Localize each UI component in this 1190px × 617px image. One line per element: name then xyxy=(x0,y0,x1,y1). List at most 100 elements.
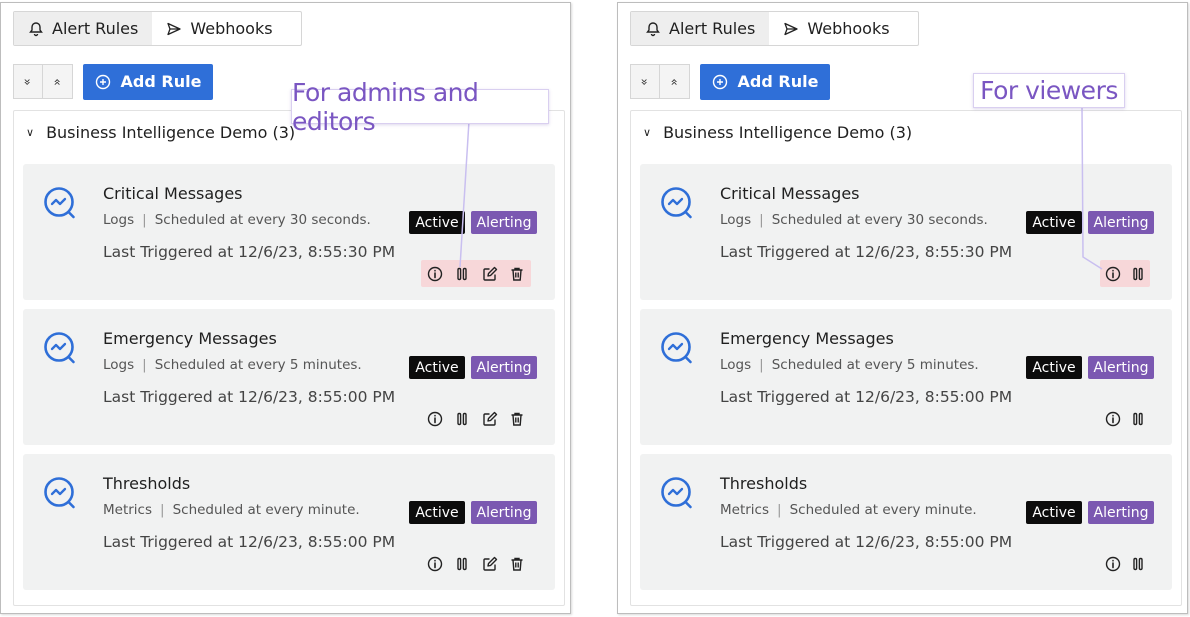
tab-alert-rules[interactable]: Alert Rules xyxy=(631,12,770,45)
panel-viewers-view: Alert Rules Webhooks » « Add Rule ∨ Busi… xyxy=(617,2,1188,614)
tab-label: Webhooks xyxy=(190,19,273,38)
info-icon[interactable] xyxy=(1105,556,1121,572)
alert-card[interactable]: Emergency Messages Logs | Scheduled at eve… xyxy=(23,309,555,445)
pause-icon[interactable] xyxy=(454,556,470,572)
chevrons-up-icon: « xyxy=(667,77,682,86)
alert-schedule: Scheduled at every minute. xyxy=(172,502,360,518)
add-rule-button[interactable]: Add Rule xyxy=(83,63,213,100)
chevrons-down-icon: » xyxy=(21,77,35,86)
pause-icon[interactable] xyxy=(1130,411,1146,427)
alert-card[interactable]: Thresholds Metrics | Scheduled at every mi… xyxy=(23,454,555,590)
collapse-all-button[interactable]: « xyxy=(660,64,690,99)
toolbar: » « Add Rule xyxy=(630,63,830,100)
status-badge: Active xyxy=(1026,501,1082,524)
alert-card[interactable]: Emergency Messages Logs | Scheduled at eve… xyxy=(640,309,1172,445)
send-icon xyxy=(784,22,798,35)
last-triggered: Last Triggered at 12/6/23, 8:55:00 PM xyxy=(720,533,1013,551)
alert-schedule: Scheduled at every minute. xyxy=(789,502,977,518)
toolbar: » « Add Rule xyxy=(13,63,213,100)
action-bar xyxy=(1100,550,1150,577)
state-badge: Alerting xyxy=(1088,501,1154,524)
action-bar xyxy=(1100,405,1150,432)
info-icon[interactable] xyxy=(427,411,443,427)
status-badge: Active xyxy=(1026,211,1082,234)
state-badge: Alerting xyxy=(1088,356,1154,379)
chevrons-down-icon: » xyxy=(638,77,652,86)
alert-meta: Logs | Scheduled at every 30 seconds. xyxy=(103,212,371,228)
edit-icon[interactable] xyxy=(482,556,498,572)
state-badge: Alerting xyxy=(471,211,537,234)
alert-source: Logs xyxy=(103,357,135,373)
bell-icon xyxy=(29,21,43,36)
tab-alert-rules[interactable]: Alert Rules xyxy=(14,12,153,45)
group-title: Business Intelligence Demo (3) xyxy=(46,123,296,142)
add-rule-button[interactable]: Add Rule xyxy=(700,63,830,100)
last-triggered: Last Triggered at 12/6/23, 8:55:00 PM xyxy=(720,388,1013,406)
alert-schedule: Scheduled at every 5 minutes. xyxy=(154,357,362,373)
action-bar xyxy=(421,405,531,432)
alert-source: Logs xyxy=(720,212,752,228)
chevron-down-icon: ∨ xyxy=(643,126,652,139)
alert-title: Emergency Messages xyxy=(103,329,277,348)
alert-meta: Logs | Scheduled at every 5 minutes. xyxy=(103,357,362,373)
divider: | xyxy=(160,502,165,518)
expand-all-button[interactable]: » xyxy=(630,64,660,99)
add-rule-label: Add Rule xyxy=(120,72,202,91)
alert-title: Thresholds xyxy=(103,474,191,493)
alert-source: Metrics xyxy=(720,502,770,518)
add-rule-label: Add Rule xyxy=(737,72,819,91)
callout-leader-line xyxy=(459,121,470,268)
send-icon xyxy=(167,22,181,35)
chevron-down-icon: ∨ xyxy=(26,126,35,139)
alert-schedule: Scheduled at every 30 seconds. xyxy=(154,212,371,228)
divider: | xyxy=(759,357,764,373)
alert-title: Critical Messages xyxy=(103,184,243,203)
last-triggered: Last Triggered at 12/6/23, 8:55:30 PM xyxy=(720,243,1013,261)
action-bar xyxy=(421,550,531,577)
pause-icon[interactable] xyxy=(1130,266,1146,282)
tab-bar: Alert Rules Webhooks xyxy=(630,11,919,46)
alert-title: Thresholds xyxy=(720,474,808,493)
last-triggered: Last Triggered at 12/6/23, 8:55:00 PM xyxy=(103,388,396,406)
alert-logo-icon xyxy=(661,187,692,219)
last-triggered: Last Triggered at 12/6/23, 8:55:00 PM xyxy=(103,533,396,551)
alert-card[interactable]: Thresholds Metrics | Scheduled at every mi… xyxy=(640,454,1172,590)
trash-icon[interactable] xyxy=(509,556,525,572)
tab-label: Alert Rules xyxy=(669,19,756,38)
status-badge: Active xyxy=(409,501,465,524)
alert-meta: Logs | Scheduled at every 5 minutes. xyxy=(720,357,979,373)
alert-title: Emergency Messages xyxy=(720,329,894,348)
trash-icon[interactable] xyxy=(509,266,525,282)
alert-logo-icon xyxy=(661,332,692,364)
expand-all-button[interactable]: » xyxy=(13,64,43,99)
group-header[interactable]: ∨ Business Intelligence Demo (3) xyxy=(26,123,295,142)
info-icon[interactable] xyxy=(1105,411,1121,427)
edit-icon[interactable] xyxy=(482,411,498,427)
info-icon[interactable] xyxy=(427,556,443,572)
alert-logo-icon xyxy=(44,477,75,509)
pause-icon[interactable] xyxy=(454,411,470,427)
alert-logo-icon xyxy=(44,332,75,364)
alert-source: Metrics xyxy=(103,502,153,518)
alert-source: Logs xyxy=(103,212,135,228)
divider: | xyxy=(142,357,147,373)
status-badge: Active xyxy=(409,356,465,379)
plus-circle-icon xyxy=(712,74,727,89)
tab-label: Alert Rules xyxy=(52,19,139,38)
alert-meta: Metrics | Scheduled at every minute. xyxy=(720,502,977,518)
tab-webhooks[interactable]: Webhooks xyxy=(769,12,903,45)
tab-webhooks[interactable]: Webhooks xyxy=(152,12,286,45)
tab-bar: Alert Rules Webhooks xyxy=(13,11,302,46)
alert-logo-icon xyxy=(44,187,75,219)
info-icon[interactable] xyxy=(427,266,443,282)
group-header[interactable]: ∨ Business Intelligence Demo (3) xyxy=(643,123,912,142)
pause-icon[interactable] xyxy=(1130,556,1146,572)
collapse-all-button[interactable]: « xyxy=(43,64,73,99)
state-badge: Alerting xyxy=(471,356,537,379)
edit-icon[interactable] xyxy=(482,266,498,282)
chevrons-up-icon: « xyxy=(50,77,65,86)
state-badge: Alerting xyxy=(471,501,537,524)
alert-title: Critical Messages xyxy=(720,184,860,203)
trash-icon[interactable] xyxy=(509,411,525,427)
last-triggered: Last Triggered at 12/6/23, 8:55:30 PM xyxy=(103,243,396,261)
